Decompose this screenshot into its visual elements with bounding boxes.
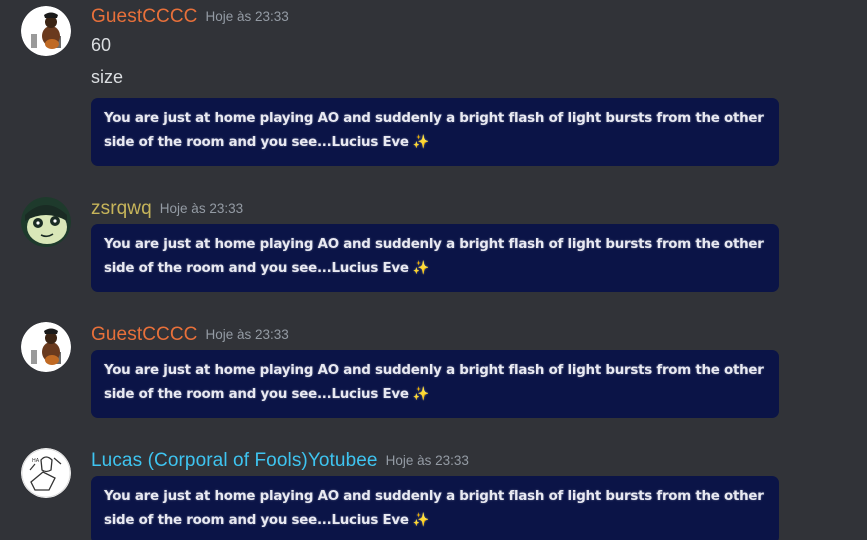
username[interactable]: Lucas (Corporal of Fools)Yotubee [91,450,378,471]
guest-avatar[interactable] [21,322,71,372]
message-header: zsrqwq Hoje às 23:33 [91,198,243,220]
username[interactable]: zsrqwq [91,198,152,219]
sparkles-icon: ✨ [412,513,430,528]
sparkles-icon: ✨ [412,261,430,276]
chat-message-list: GuestCCCC Hoje às 23:33 60 size You are j… [0,0,867,540]
embed-description: You are just at home playing AO and sudd… [104,363,764,402]
embed-description: You are just at home playing AO and sudd… [104,237,764,276]
timestamp[interactable]: Hoje às 23:33 [205,9,288,24]
embed-description: You are just at home playing AO and sudd… [104,489,764,528]
embed-card: You are just at home playing AO and sudd… [91,98,779,166]
lucas-avatar[interactable]: HA [21,448,71,498]
guest-avatar[interactable] [21,6,71,56]
message-header: Lucas (Corporal of Fools)Yotubee Hoje às … [91,450,469,472]
embed-description: You are just at home playing AO and sudd… [104,111,764,150]
embed-card: You are just at home playing AO and sudd… [91,476,779,540]
zsrqwq-avatar[interactable] [21,197,71,247]
sparkles-icon: ✨ [412,387,430,402]
embed-card: You are just at home playing AO and sudd… [91,224,779,292]
message-header: GuestCCCC Hoje às 23:33 [91,324,289,346]
timestamp[interactable]: Hoje às 23:33 [160,201,243,216]
timestamp[interactable]: Hoje às 23:33 [205,327,288,342]
message-text: size [91,67,124,87]
sparkles-icon: ✨ [412,135,430,150]
username[interactable]: GuestCCCC [91,6,197,27]
embed-card: You are just at home playing AO and sudd… [91,350,779,418]
message-header: GuestCCCC Hoje às 23:33 [91,6,289,28]
username[interactable]: GuestCCCC [91,324,197,345]
timestamp[interactable]: Hoje às 23:33 [386,453,469,468]
message-text: 60 [91,35,112,55]
svg-text:HA: HA [32,458,40,464]
